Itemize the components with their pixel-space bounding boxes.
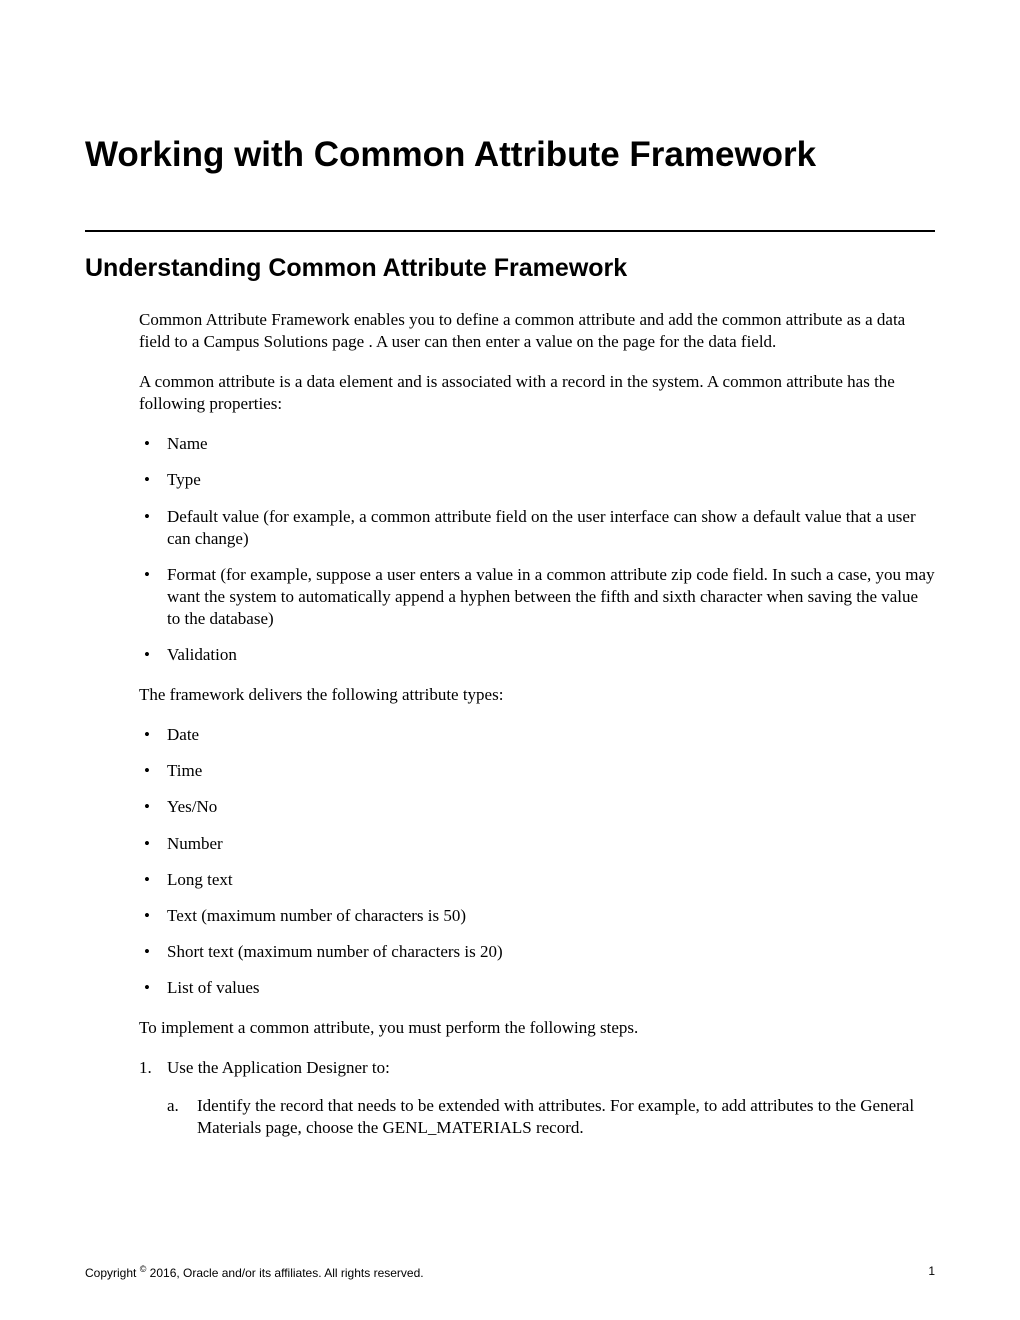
properties-list: Name Type Default value (for example, a …: [139, 433, 935, 666]
list-item: Long text: [139, 869, 935, 891]
list-item: List of values: [139, 977, 935, 999]
steps-list: 1. Use the Application Designer to: a. I…: [139, 1057, 935, 1139]
substeps-list: a. Identify the record that needs to be …: [167, 1095, 935, 1139]
step-text: Use the Application Designer to:: [167, 1058, 390, 1077]
list-item: Type: [139, 469, 935, 491]
list-item: Number: [139, 833, 935, 855]
list-item: Text (maximum number of characters is 50…: [139, 905, 935, 927]
copyright-text: Copyright © 2016, Oracle and/or its affi…: [85, 1264, 424, 1280]
definition-paragraph: A common attribute is a data element and…: [139, 371, 935, 415]
section-divider: [85, 230, 935, 232]
section-title: Understanding Common Attribute Framework: [85, 254, 935, 283]
document-page: Working with Common Attribute Framework …: [0, 0, 1020, 1320]
copyright-suffix: 2016, Oracle and/or its affiliates. All …: [146, 1266, 423, 1280]
types-list: Date Time Yes/No Number Long text Text (…: [139, 724, 935, 999]
list-item: Yes/No: [139, 796, 935, 818]
substep-item: a. Identify the record that needs to be …: [167, 1095, 935, 1139]
copyright-prefix: Copyright: [85, 1266, 140, 1280]
types-intro-paragraph: The framework delivers the following att…: [139, 684, 935, 706]
list-item: Time: [139, 760, 935, 782]
content-body: Common Attribute Framework enables you t…: [139, 309, 935, 1139]
implement-intro-paragraph: To implement a common attribute, you mus…: [139, 1017, 935, 1039]
list-item: Format (for example, suppose a user ente…: [139, 564, 935, 630]
chapter-title: Working with Common Attribute Framework: [85, 135, 935, 175]
page-number: 1: [928, 1264, 935, 1280]
list-item: Name: [139, 433, 935, 455]
list-item: Validation: [139, 644, 935, 666]
list-item: Short text (maximum number of characters…: [139, 941, 935, 963]
substep-letter: a.: [167, 1095, 179, 1117]
intro-paragraph: Common Attribute Framework enables you t…: [139, 309, 935, 353]
list-item: Default value (for example, a common att…: [139, 506, 935, 550]
list-item: Date: [139, 724, 935, 746]
step-number: 1.: [139, 1057, 152, 1079]
step-item: 1. Use the Application Designer to: a. I…: [139, 1057, 935, 1139]
page-footer: Copyright © 2016, Oracle and/or its affi…: [85, 1264, 935, 1280]
substep-text: Identify the record that needs to be ext…: [197, 1096, 914, 1137]
